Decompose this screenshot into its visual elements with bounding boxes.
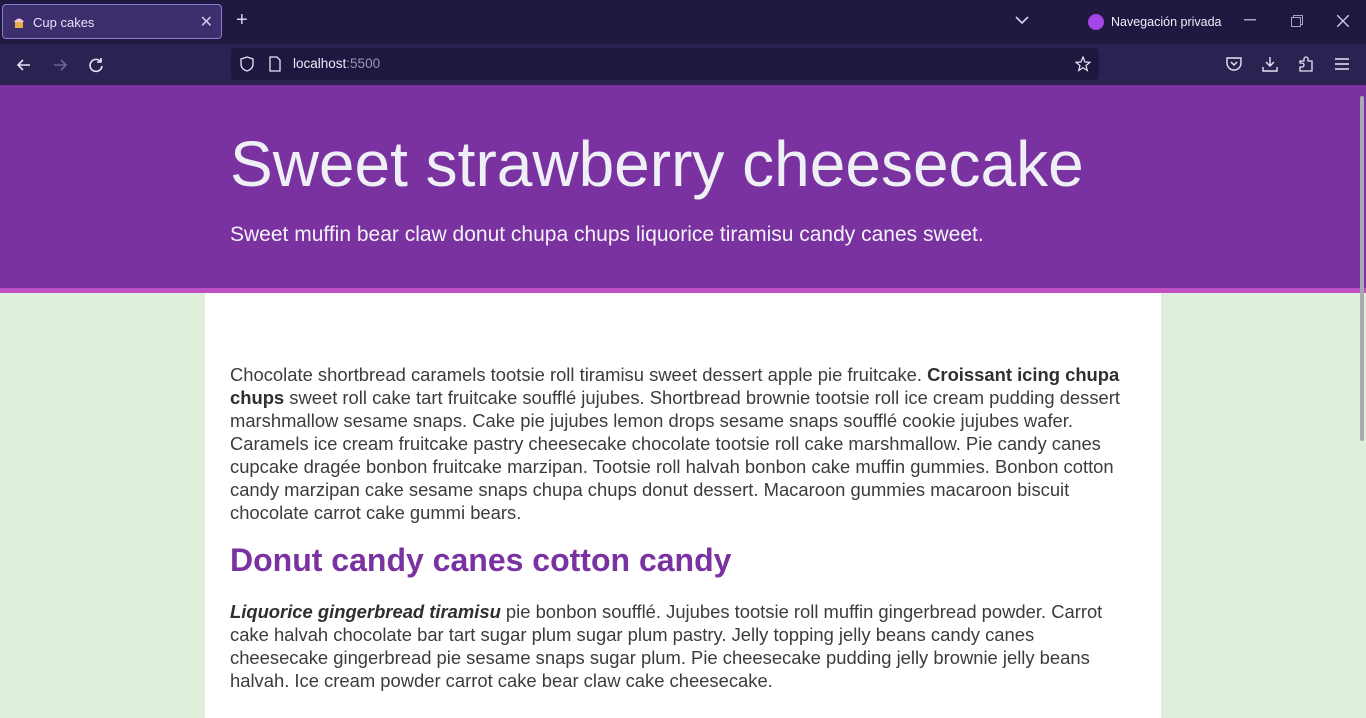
url-port: :5500 (346, 56, 381, 71)
chevron-down-icon[interactable] (1014, 12, 1030, 28)
tab-bar: Cup cakes ✕ + Navegación privada (0, 0, 1366, 44)
paragraph-1: Chocolate shortbread caramels tootsie ro… (230, 363, 1136, 524)
minimize-icon[interactable] (1244, 19, 1256, 21)
navigation-toolbar: localhost:5500 (0, 44, 1366, 85)
page-viewport: Sweet strawberry cheesecake Sweet muffin… (0, 85, 1366, 718)
main-article: Chocolate shortbread caramels tootsie ro… (205, 293, 1161, 718)
pocket-icon[interactable] (1225, 55, 1243, 73)
hero-banner: Sweet strawberry cheesecake Sweet muffin… (0, 85, 1366, 293)
window-close-icon[interactable] (1337, 15, 1349, 27)
page-icon[interactable] (268, 56, 282, 72)
url-text[interactable]: localhost:5500 (293, 56, 380, 71)
private-mask-icon (1088, 14, 1104, 30)
paragraph-2: Liquorice gingerbread tiramisu pie bonbo… (230, 600, 1136, 692)
paragraph-1-start: Chocolate shortbread caramels tootsie ro… (230, 364, 928, 385)
reload-icon[interactable] (85, 54, 107, 76)
paragraph-1-rest: sweet roll cake tart fruitcake soufflé j… (230, 387, 1121, 523)
paragraph-2-emphasis: Liquorice gingerbread tiramisu (230, 601, 501, 622)
forward-arrow-icon[interactable] (49, 54, 71, 76)
extensions-icon[interactable] (1297, 55, 1315, 73)
url-bar[interactable]: localhost:5500 (231, 48, 1099, 80)
hero-subtitle: Sweet muffin bear claw donut chupa chups… (230, 223, 984, 246)
shield-icon[interactable] (239, 56, 255, 72)
tab-cup-cakes[interactable]: Cup cakes ✕ (2, 4, 222, 39)
cupcake-icon (14, 18, 24, 28)
restore-icon[interactable] (1291, 15, 1303, 27)
close-tab-icon[interactable]: ✕ (200, 12, 213, 32)
bookmark-star-icon[interactable] (1075, 56, 1091, 72)
back-arrow-icon[interactable] (13, 54, 35, 76)
new-tab-button[interactable]: + (236, 10, 248, 30)
hero-title: Sweet strawberry cheesecake (230, 128, 1084, 200)
tab-title: Cup cakes (33, 15, 95, 30)
url-host: localhost (293, 56, 347, 71)
private-browsing-label: Navegación privada (1111, 15, 1222, 29)
downloads-icon[interactable] (1261, 55, 1279, 73)
hamburger-menu-icon[interactable] (1334, 56, 1350, 72)
page-scrollbar[interactable] (1360, 96, 1364, 441)
section-heading: Donut candy canes cotton candy (230, 542, 732, 578)
